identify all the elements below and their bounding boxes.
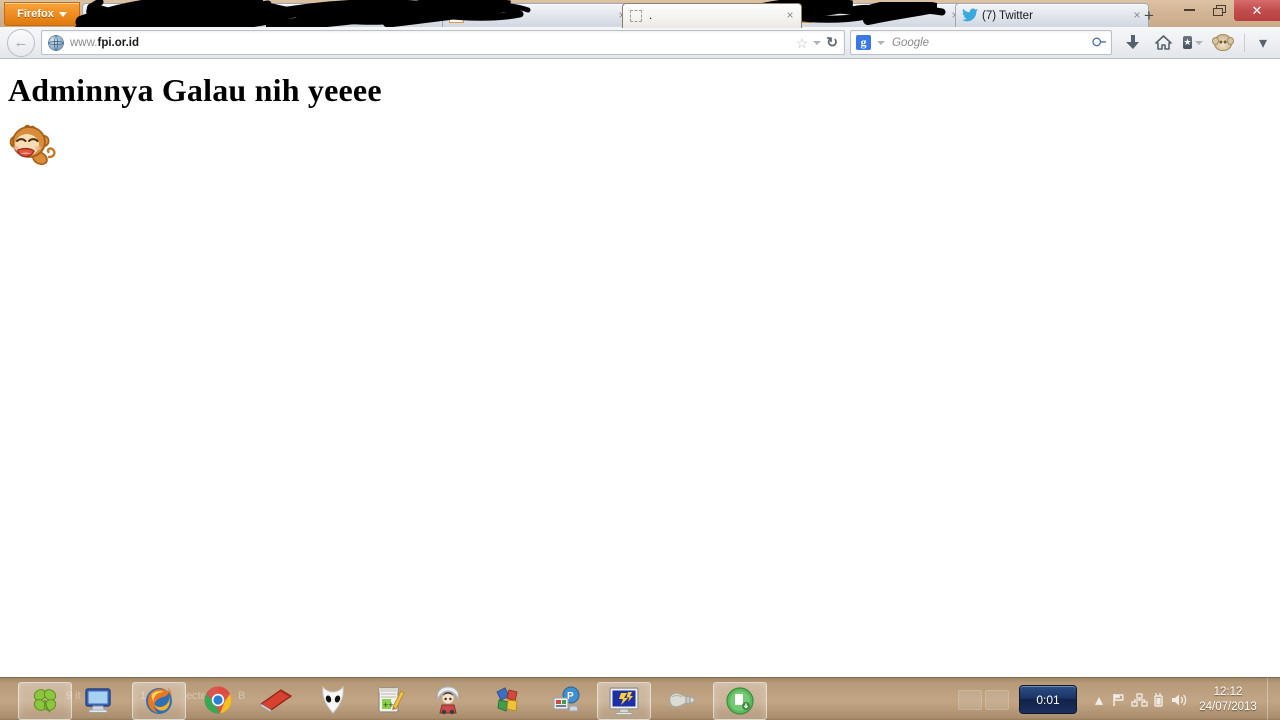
tray-thumbnail xyxy=(958,689,982,710)
reload-icon[interactable]: ↻ xyxy=(826,34,838,51)
taskbar-chrome-icon[interactable] xyxy=(192,682,244,718)
firefox-menu-label: Firefox xyxy=(17,8,54,20)
taskbar-clover-icon[interactable] xyxy=(18,682,72,720)
battery-icon[interactable] xyxy=(1149,689,1169,711)
restore-button[interactable] xyxy=(1204,0,1234,20)
tray-overflow-button[interactable]: ▴ xyxy=(1089,689,1109,711)
tab-redacted-1[interactable]: × xyxy=(82,3,272,28)
bookmarks-menu-button[interactable]: ★ xyxy=(1183,34,1203,52)
tab-redacted-3[interactable]: × xyxy=(442,3,634,28)
timer-badge[interactable]: 0:01 xyxy=(1019,685,1077,714)
navigation-toolbar: ← www.fpi.or.id ☆ ↻ g Google ★ ●● ▾ xyxy=(0,27,1280,59)
tray-thumbnails xyxy=(958,689,1009,710)
tab-favicon xyxy=(89,8,105,24)
chevron-down-icon[interactable] xyxy=(877,40,885,45)
speaker-icon[interactable] xyxy=(1169,689,1189,711)
taskbar: 9 it 1 ite ected B xyxy=(0,677,1280,720)
twitter-bird-icon xyxy=(962,8,978,22)
home-icon[interactable] xyxy=(1154,34,1172,52)
taskbar-clock[interactable]: 12:12 24/07/2013 xyxy=(1189,685,1267,715)
download-icon[interactable] xyxy=(1124,34,1142,52)
search-bar[interactable]: g Google xyxy=(850,30,1112,55)
window-controls: ✕ xyxy=(1174,0,1280,22)
tab-active-current[interactable]: . × xyxy=(622,3,802,28)
taskbar-notepad-plus-plus-icon[interactable]: ++ xyxy=(364,682,416,718)
tab-redacted-2[interactable]: × xyxy=(260,3,454,28)
broken-image-icon xyxy=(630,10,642,22)
tab-favicon xyxy=(449,8,465,24)
new-tab-button[interactable]: + xyxy=(1137,4,1161,26)
page-title: Adminnya Galau nih yeeee xyxy=(8,72,382,108)
taskbar-white-fox-mask-icon[interactable] xyxy=(307,682,359,718)
taskbar-green-download-icon[interactable] xyxy=(713,682,767,720)
chevron-down-icon[interactable] xyxy=(813,40,822,45)
toolbar-icons: ★ ●● ▾ xyxy=(1112,33,1280,52)
tray-thumbnail xyxy=(985,689,1009,710)
taskbar-pipe-wrench-icon[interactable] xyxy=(656,682,708,718)
restore-icon xyxy=(1213,4,1226,16)
title-bar: Firefox × × × xyxy=(0,0,1280,40)
show-desktop-button[interactable] xyxy=(1267,678,1280,720)
tab-redacted-4[interactable]: × xyxy=(790,3,967,28)
search-icon[interactable] xyxy=(1089,32,1110,53)
tab-favicon xyxy=(629,8,645,24)
back-button[interactable]: ← xyxy=(7,28,35,57)
taskbar-powerpoint-icon[interactable]: P xyxy=(541,682,593,718)
tab-favicon xyxy=(267,8,283,24)
clock-time: 12:12 xyxy=(1213,685,1243,698)
taskbar-items: 9 it 1 ite ected B xyxy=(0,678,1280,720)
tab-twitter[interactable]: (7) Twitter × xyxy=(955,3,1149,28)
chevron-down-icon[interactable] xyxy=(1194,40,1203,45)
taskbar-computer-icon[interactable] xyxy=(72,682,124,718)
tab-close-button[interactable]: × xyxy=(783,9,797,23)
network-icon[interactable] xyxy=(1129,689,1149,711)
close-button[interactable]: ✕ xyxy=(1234,0,1280,21)
search-input-placeholder[interactable]: Google xyxy=(892,37,929,49)
tab-title: . xyxy=(649,10,653,22)
laughing-monkey-emoticon-image xyxy=(8,121,58,171)
generic-site-icon xyxy=(449,8,464,23)
system-tray: 0:01 ▴ 12:12 24/07/2013 xyxy=(958,678,1280,720)
tab-favicon xyxy=(962,8,978,24)
globe-favicon-icon xyxy=(48,34,64,51)
address-bar[interactable]: www.fpi.or.id ☆ ↻ xyxy=(41,30,845,55)
address-bar-actions: ☆ ↻ xyxy=(796,34,840,51)
browser-window: Firefox × × × xyxy=(0,0,1280,720)
bookmarks-star-icon: ★ xyxy=(1183,36,1192,49)
toolbar-overflow-button[interactable]: ▾ xyxy=(1244,33,1272,52)
monkey-addon-icon[interactable]: ●● xyxy=(1212,34,1234,52)
taskbar-anime-character-icon[interactable] xyxy=(422,682,474,718)
address-bar-url: www.fpi.or.id xyxy=(70,36,140,49)
clock-date: 24/07/2013 xyxy=(1199,700,1257,713)
taskbar-red-book-icon[interactable] xyxy=(250,682,302,718)
bookmark-star-icon[interactable]: ☆ xyxy=(796,36,809,50)
flag-icon[interactable] xyxy=(1109,689,1129,711)
taskbar-winrar-icon[interactable] xyxy=(482,682,534,718)
chevron-down-icon xyxy=(58,11,67,17)
minimize-button[interactable] xyxy=(1174,0,1204,20)
google-logo-icon: g xyxy=(856,35,871,50)
tab-title: (7) Twitter xyxy=(982,10,1033,22)
taskbar-firefox-icon[interactable] xyxy=(132,682,186,720)
firefox-menu-button[interactable]: Firefox xyxy=(4,2,80,26)
page-content: Adminnya Galau nih yeeee xyxy=(0,59,1280,677)
taskbar-monitor-lightning-icon[interactable] xyxy=(597,682,651,720)
